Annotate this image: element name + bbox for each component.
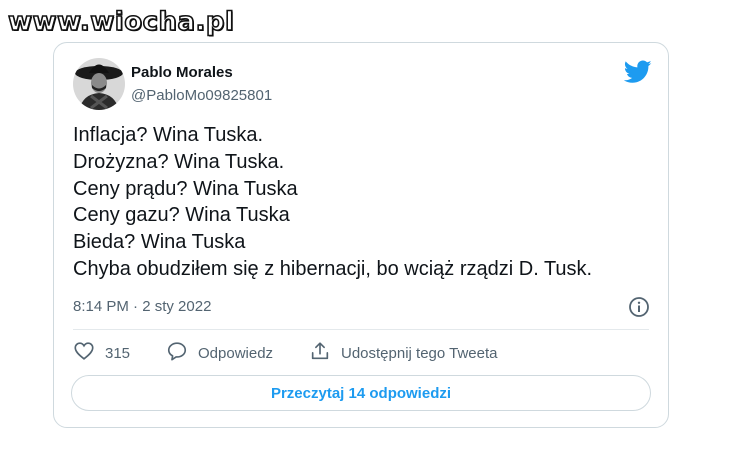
like-button[interactable]: 315 xyxy=(73,341,130,365)
avatar[interactable] xyxy=(73,58,125,110)
action-bar: 315 Odpowiedz Udostępnij tego Tweeta xyxy=(73,341,663,365)
watermark: www.wiocha.pl xyxy=(7,6,235,38)
tweet-line: Chyba obudziłem się z hibernacji, bo wci… xyxy=(73,257,593,280)
heart-icon xyxy=(73,340,105,366)
tweet-text: Inflacja? Wina Tuska. Drożyzna? Wina Tus… xyxy=(73,122,663,283)
reply-button[interactable]: Odpowiedz xyxy=(166,341,273,365)
tweet-line: Inflacja? Wina Tuska. xyxy=(73,124,264,146)
author-handle[interactable]: @PabloMo09825801 xyxy=(131,87,272,104)
share-icon xyxy=(309,340,341,366)
read-replies-button[interactable]: Przeczytaj 14 odpowiedzi xyxy=(71,375,651,411)
author-name[interactable]: Pablo Morales xyxy=(131,64,233,81)
tweet-line: Bieda? Wina Tuska xyxy=(73,231,246,254)
tweet-line: Ceny gazu? Wina Tuska xyxy=(73,204,290,227)
like-count: 315 xyxy=(105,344,131,362)
reply-label: Odpowiedz xyxy=(198,344,274,362)
share-button[interactable]: Udostępnij tego Tweeta xyxy=(309,341,498,365)
tweet-line: Ceny prądu? Wina Tuska xyxy=(73,177,298,200)
tweet-card: Pablo Morales @PabloMo09825801 Inflacja?… xyxy=(53,42,669,428)
info-icon[interactable] xyxy=(628,296,650,318)
timestamp[interactable]: 8:14 PM · 2 sty 2022 xyxy=(73,298,211,315)
tweet-line: Drożyzna? Wina Tuska. xyxy=(73,150,285,173)
share-label: Udostępnij tego Tweeta xyxy=(341,344,498,362)
divider xyxy=(73,329,649,330)
twitter-bird-icon[interactable] xyxy=(623,60,652,84)
reply-icon xyxy=(166,340,198,366)
